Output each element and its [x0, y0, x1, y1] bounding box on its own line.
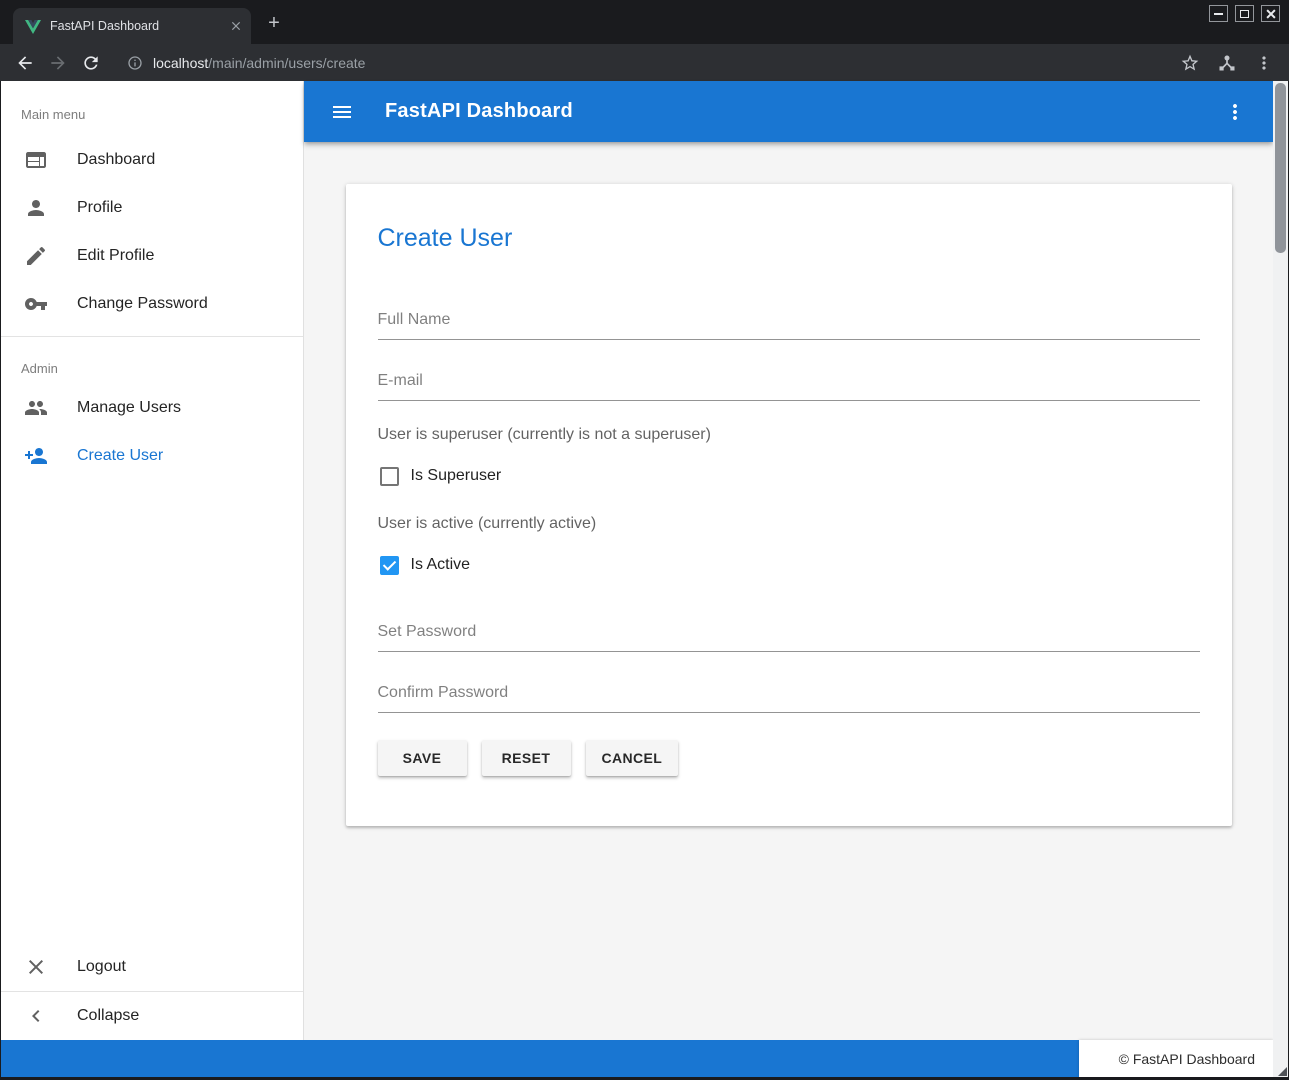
full-name-input[interactable]	[378, 311, 1200, 339]
window-minimize-button[interactable]	[1209, 5, 1228, 22]
create-user-card: Create User User is superuser (currently…	[346, 184, 1232, 826]
scrollbar-corner-arrow	[1278, 1067, 1287, 1076]
set-password-input[interactable]	[378, 623, 1200, 651]
email-input[interactable]	[378, 372, 1200, 400]
logout-x-icon	[24, 955, 48, 979]
footer: © FastAPI Dashboard	[1, 1040, 1273, 1077]
set-password-field	[378, 623, 1200, 652]
scrollbar-thumb[interactable]	[1275, 83, 1286, 253]
browser-tab-bar: FastAPI Dashboard +	[0, 0, 1289, 44]
superuser-checkbox-row: Is Superuser	[380, 464, 1200, 488]
window-controls	[1209, 5, 1280, 22]
superuser-checkbox[interactable]	[380, 467, 399, 486]
sidebar-item-collapse[interactable]: Collapse	[1, 992, 303, 1040]
sidebar-header-main-menu: Main menu	[1, 81, 303, 136]
sidebar: Main menu Dashboard Profile Edit Profile…	[1, 81, 304, 1040]
address-bar-actions	[1180, 53, 1274, 73]
sidebar-bottom: Logout Collapse	[1, 943, 303, 1040]
app-bar: FastAPI Dashboard	[304, 81, 1273, 142]
full-name-field	[378, 311, 1200, 340]
window-maximize-button[interactable]	[1235, 5, 1254, 22]
reload-icon[interactable]	[81, 53, 101, 73]
people-icon	[24, 396, 48, 420]
hamburger-menu-icon[interactable]	[330, 100, 354, 124]
url-path: /main/admin/users/create	[208, 55, 365, 71]
superuser-note: User is superuser (currently is not a su…	[378, 426, 1200, 444]
active-checkbox-label: Is Active	[411, 556, 471, 574]
save-button[interactable]: SAVE	[378, 740, 467, 776]
sidebar-item-manage-users[interactable]: Manage Users	[1, 384, 303, 432]
page-title: Create User	[378, 224, 1200, 253]
url-host: localhost	[153, 55, 208, 71]
sidebar-item-label: Manage Users	[77, 399, 181, 417]
sidebar-item-change-password[interactable]: Change Password	[1, 280, 303, 328]
sidebar-item-logout[interactable]: Logout	[1, 943, 303, 991]
active-note: User is active (currently active)	[378, 515, 1200, 533]
sidebar-item-label: Dashboard	[77, 151, 155, 169]
form-actions: SAVE RESET CANCEL	[378, 740, 1200, 776]
site-info-icon[interactable]	[127, 55, 143, 71]
sidebar-header-admin: Admin	[1, 345, 303, 384]
sidebar-divider	[1, 336, 303, 337]
sidebar-item-label: Edit Profile	[77, 247, 154, 265]
sidebar-item-label: Create User	[77, 447, 163, 465]
app-bar-kebab-icon[interactable]	[1223, 100, 1247, 124]
confirm-password-field	[378, 684, 1200, 713]
sidebar-item-label: Collapse	[77, 1007, 139, 1025]
bookmark-star-icon[interactable]	[1180, 53, 1200, 73]
vue-logo-icon	[25, 18, 41, 34]
cancel-button[interactable]: CANCEL	[586, 740, 679, 776]
browser-tab[interactable]: FastAPI Dashboard	[13, 8, 251, 44]
network-hub-icon[interactable]	[1217, 53, 1237, 73]
maximize-icon	[1240, 10, 1249, 18]
sidebar-item-label: Profile	[77, 199, 122, 217]
minimize-icon	[1214, 13, 1223, 15]
reset-button[interactable]: RESET	[482, 740, 571, 776]
key-icon	[24, 292, 48, 316]
dashboard-icon	[24, 148, 48, 172]
email-field	[378, 372, 1200, 401]
person-add-icon	[24, 444, 48, 468]
browser-window: FastAPI Dashboard + localhost/main/admin…	[0, 0, 1289, 1080]
page-scrollbar[interactable]	[1273, 81, 1288, 1077]
active-checkbox[interactable]	[380, 556, 399, 575]
sidebar-item-profile[interactable]: Profile	[1, 184, 303, 232]
app-bar-title: FastAPI Dashboard	[385, 100, 573, 123]
sidebar-item-edit-profile[interactable]: Edit Profile	[1, 232, 303, 280]
tab-title: FastAPI Dashboard	[50, 19, 227, 33]
main-content: Create User User is superuser (currently…	[304, 142, 1273, 1040]
browser-menu-kebab-icon[interactable]	[1254, 53, 1274, 73]
back-icon[interactable]	[15, 53, 35, 73]
sidebar-item-label: Logout	[77, 958, 126, 976]
superuser-checkbox-label: Is Superuser	[411, 467, 502, 485]
sidebar-item-create-user[interactable]: Create User	[1, 432, 303, 480]
tab-close-icon[interactable]	[227, 17, 245, 35]
sidebar-item-dashboard[interactable]: Dashboard	[1, 136, 303, 184]
sidebar-item-label: Change Password	[77, 295, 208, 313]
active-checkbox-row: Is Active	[380, 553, 1200, 577]
confirm-password-input[interactable]	[378, 684, 1200, 712]
window-close-button[interactable]	[1261, 5, 1280, 22]
chevron-left-icon	[24, 1004, 48, 1028]
url-field[interactable]: localhost/main/admin/users/create	[153, 55, 365, 71]
person-icon	[24, 196, 48, 220]
browser-address-bar: localhost/main/admin/users/create	[0, 44, 1289, 81]
pencil-icon	[24, 244, 48, 268]
new-tab-button[interactable]: +	[261, 10, 287, 36]
forward-icon[interactable]	[48, 53, 68, 73]
footer-copyright: © FastAPI Dashboard	[1079, 1040, 1273, 1077]
